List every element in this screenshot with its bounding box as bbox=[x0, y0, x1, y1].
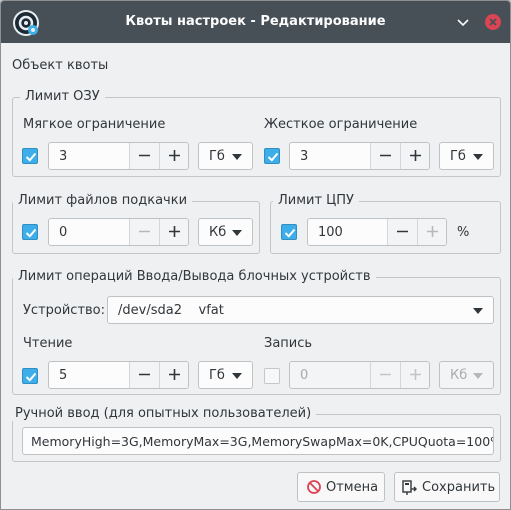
swap-limit-decrement[interactable] bbox=[129, 219, 159, 245]
soft-limit-checkbox[interactable] bbox=[22, 148, 38, 164]
soft-limit-label: Мягкое ограничение bbox=[23, 117, 166, 132]
read-limit-label: Чтение bbox=[23, 336, 73, 351]
manual-input-value: MemoryHigh=3G,MemoryMax=3G,MemorySwapMax… bbox=[31, 434, 493, 449]
plus-icon bbox=[410, 369, 421, 380]
chevron-down-icon bbox=[457, 19, 469, 27]
cpu-limit-checkbox[interactable] bbox=[281, 224, 297, 240]
device-select[interactable]: /dev/sda2 vfat bbox=[107, 296, 494, 324]
io-limit-title: Лимит операций Ввода/Вывода блочных устр… bbox=[13, 269, 376, 284]
cancel-button-label: Отмена bbox=[326, 480, 379, 495]
write-limit-spinbox[interactable]: 0 bbox=[289, 361, 430, 389]
cpu-limit-unit: % bbox=[457, 225, 470, 240]
swap-limit-value: 0 bbox=[59, 225, 68, 240]
save-button-label: Сохранить bbox=[422, 480, 496, 495]
swap-limit-checkbox[interactable] bbox=[22, 224, 38, 240]
minimize-button[interactable] bbox=[454, 13, 472, 31]
save-icon bbox=[402, 480, 417, 495]
manual-input-field[interactable]: MemoryHigh=3G,MemoryMax=3G,MemorySwapMax… bbox=[22, 427, 494, 455]
read-limit-decrement[interactable] bbox=[129, 362, 159, 388]
write-limit-increment[interactable] bbox=[400, 362, 429, 388]
minus-icon bbox=[139, 154, 150, 157]
chevron-down-icon bbox=[232, 154, 242, 160]
minus-icon bbox=[139, 373, 150, 376]
soft-limit-increment[interactable] bbox=[159, 143, 188, 169]
title-bar: Квоты настроек - Редактирование bbox=[1, 1, 510, 43]
device-value: /dev/sda2 vfat bbox=[118, 303, 224, 318]
read-limit-increment[interactable] bbox=[159, 362, 188, 388]
hard-limit-increment[interactable] bbox=[400, 143, 429, 169]
read-limit-spinbox[interactable]: 5 bbox=[48, 361, 189, 389]
read-limit-unit-select[interactable]: Гб bbox=[198, 361, 253, 389]
ram-limit-title: Лимит ОЗУ bbox=[20, 89, 105, 104]
write-limit-decrement[interactable] bbox=[370, 362, 400, 388]
cpu-limit-spinbox[interactable]: 100 bbox=[307, 218, 447, 246]
hard-limit-label: Жесткое ограничение bbox=[264, 117, 418, 132]
minus-icon bbox=[397, 230, 408, 233]
close-circle-icon bbox=[485, 14, 501, 30]
cpu-limit-decrement[interactable] bbox=[387, 219, 417, 245]
chevron-down-icon bbox=[473, 154, 483, 160]
close-button[interactable] bbox=[484, 13, 502, 31]
window-title: Квоты настроек - Редактирование bbox=[125, 14, 386, 29]
read-limit-unit: Гб bbox=[209, 368, 225, 383]
soft-limit-unit: Гб bbox=[209, 149, 225, 164]
swap-limit-unit-select[interactable]: Кб bbox=[198, 218, 253, 246]
write-limit-label: Запись bbox=[264, 336, 313, 351]
dialog-window: Квоты настроек - Редактирование Объект к… bbox=[0, 0, 511, 510]
swap-limit-spinbox[interactable]: 0 bbox=[48, 218, 189, 246]
read-limit-value: 5 bbox=[59, 368, 68, 383]
chevron-down-icon bbox=[473, 373, 483, 379]
hard-limit-decrement[interactable] bbox=[370, 143, 400, 169]
hard-limit-unit: Гб bbox=[450, 149, 466, 164]
read-limit-checkbox[interactable] bbox=[22, 368, 38, 384]
soft-limit-spinbox[interactable]: 3 bbox=[48, 142, 189, 170]
write-limit-checkbox[interactable] bbox=[264, 368, 280, 384]
cpu-limit-increment[interactable] bbox=[417, 219, 446, 245]
swap-limit-title: Лимит файлов подкачки bbox=[13, 193, 193, 208]
chevron-down-icon bbox=[232, 230, 242, 236]
cpu-limit-title: Лимит ЦПУ bbox=[273, 193, 359, 208]
soft-limit-decrement[interactable] bbox=[129, 143, 159, 169]
soft-limit-unit-select[interactable]: Гб bbox=[198, 142, 253, 170]
quota-object-label: Объект квоты bbox=[12, 58, 109, 73]
minus-icon bbox=[380, 154, 391, 157]
manual-input-title: Ручной ввод (для опытных пользователей) bbox=[10, 406, 317, 421]
swap-limit-unit: Кб bbox=[209, 225, 227, 240]
device-label: Устройство: bbox=[23, 303, 106, 318]
plus-icon bbox=[169, 150, 180, 161]
save-button[interactable]: Сохранить bbox=[394, 472, 500, 502]
write-limit-unit: Кб bbox=[450, 368, 468, 383]
write-limit-unit-select[interactable]: Кб bbox=[439, 361, 494, 389]
plus-icon bbox=[169, 369, 180, 380]
hard-limit-unit-select[interactable]: Гб bbox=[439, 142, 494, 170]
cancel-button[interactable]: Отмена bbox=[297, 472, 385, 502]
hard-limit-value: 3 bbox=[300, 149, 309, 164]
hard-limit-spinbox[interactable]: 3 bbox=[289, 142, 430, 170]
write-limit-value: 0 bbox=[300, 368, 309, 383]
plus-icon bbox=[410, 150, 421, 161]
cancel-icon bbox=[307, 480, 321, 494]
minus-icon bbox=[380, 373, 391, 376]
hard-limit-checkbox[interactable] bbox=[264, 148, 280, 164]
soft-limit-value: 3 bbox=[59, 149, 68, 164]
minus-icon bbox=[139, 230, 150, 233]
swap-limit-increment[interactable] bbox=[159, 219, 188, 245]
cpu-limit-value: 100 bbox=[318, 225, 343, 240]
chevron-down-icon bbox=[473, 308, 483, 314]
chevron-down-icon bbox=[232, 373, 242, 379]
plus-icon bbox=[427, 226, 438, 237]
plus-icon bbox=[169, 226, 180, 237]
